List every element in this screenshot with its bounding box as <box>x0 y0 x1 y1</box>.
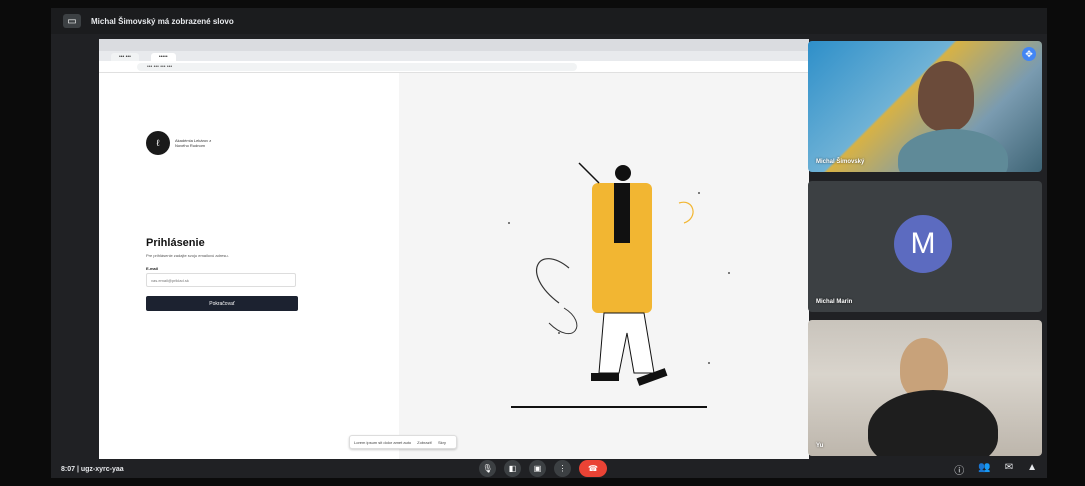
participant-tile[interactable]: ✥ Michal Šimovský <box>808 41 1042 172</box>
meeting-controls-bar: 8:07 | ugz-xyrc-yaa 🎙 ◧ ▣ ⋮ ☎ ⓘ 👥 ✉ ▲ <box>51 460 1047 478</box>
browser-tabs: ••• ••• ••••• <box>99 51 809 61</box>
participant-name: Michal Šimovský <box>816 159 865 165</box>
floor-line <box>511 406 707 408</box>
participant-video <box>900 338 948 398</box>
download-open-button[interactable]: Zobraziť <box>417 440 432 445</box>
logo-text: Akadémia Lekárov z Nového Rudnom <box>175 138 212 148</box>
side-controls: ⓘ 👥 ✉ ▲ <box>954 462 1037 477</box>
continue-button[interactable]: Pokračovať <box>146 296 298 311</box>
presentation-banner: ▭ Michal Šimovský má zobrazené slovo <box>51 8 1047 34</box>
logo-mark-icon: ℓ <box>146 131 170 155</box>
download-text: Lorem ipsum sit dolor amet auto <box>354 439 412 445</box>
browser-tab-active[interactable]: ••••• <box>150 53 176 61</box>
shared-screen: ••• ••• ••••• ••• ••• ••• ••• ℓ Akadémia… <box>99 39 809 459</box>
download-bar: Lorem ipsum sit dolor amet auto Zobraziť… <box>349 435 457 449</box>
logo: ℓ Akadémia Lekárov z Nového Rudnom <box>146 131 215 155</box>
participant-name: Yu <box>816 443 824 449</box>
walking-person-illustration <box>508 162 730 386</box>
pin-icon[interactable]: ✥ <box>1022 47 1036 61</box>
participant-tile[interactable]: Yu <box>808 320 1042 456</box>
microphone-icon[interactable]: 🎙 <box>479 460 496 477</box>
participant-video <box>918 61 974 131</box>
call-controls: 🎙 ◧ ▣ ⋮ ☎ <box>479 460 607 477</box>
more-options-icon[interactable]: ⋮ <box>554 460 571 477</box>
participant-tile[interactable]: M Michal Marin <box>808 181 1042 312</box>
url-field[interactable]: ••• ••• ••• ••• <box>137 62 577 71</box>
browser-tab[interactable]: ••• ••• <box>111 53 139 61</box>
email-label: E-mail <box>146 266 159 271</box>
presenter-text: Michal Šimovský má zobrazené slovo <box>91 16 234 26</box>
chat-icon[interactable]: ✉ <box>1005 462 1013 477</box>
login-page: ℓ Akadémia Lekárov z Nového Rudnom Prihl… <box>99 73 809 459</box>
avatar: M <box>894 215 952 273</box>
people-icon[interactable]: 👥 <box>978 462 990 477</box>
camera-icon[interactable]: ◧ <box>504 460 521 477</box>
info-icon[interactable]: ⓘ <box>954 462 964 477</box>
participant-shirt <box>868 390 998 456</box>
activities-icon[interactable]: ▲ <box>1027 462 1037 477</box>
illustration-panel <box>399 73 809 459</box>
end-call-icon[interactable]: ☎ <box>579 460 607 477</box>
participant-shirt <box>898 129 1008 172</box>
login-panel: ℓ Akadémia Lekárov z Nového Rudnom Prihl… <box>99 73 399 459</box>
browser-urlbar: ••• ••• ••• ••• <box>99 61 809 73</box>
login-subtitle: Pre prihlásenie zadajte svoju emailovú a… <box>146 253 229 258</box>
participant-name: Michal Marin <box>816 299 853 305</box>
meet-window: ▭ Michal Šimovský má zobrazené slovo •••… <box>51 8 1047 478</box>
download-hide-button[interactable]: Skry <box>438 440 446 445</box>
meeting-info: 8:07 | ugz-xyrc-yaa <box>61 465 124 473</box>
login-title: Prihlásenie <box>146 237 205 249</box>
present-icon[interactable]: ▭ <box>63 14 81 28</box>
email-field[interactable] <box>146 273 296 287</box>
present-screen-icon[interactable]: ▣ <box>529 460 546 477</box>
os-menubar <box>99 39 809 51</box>
